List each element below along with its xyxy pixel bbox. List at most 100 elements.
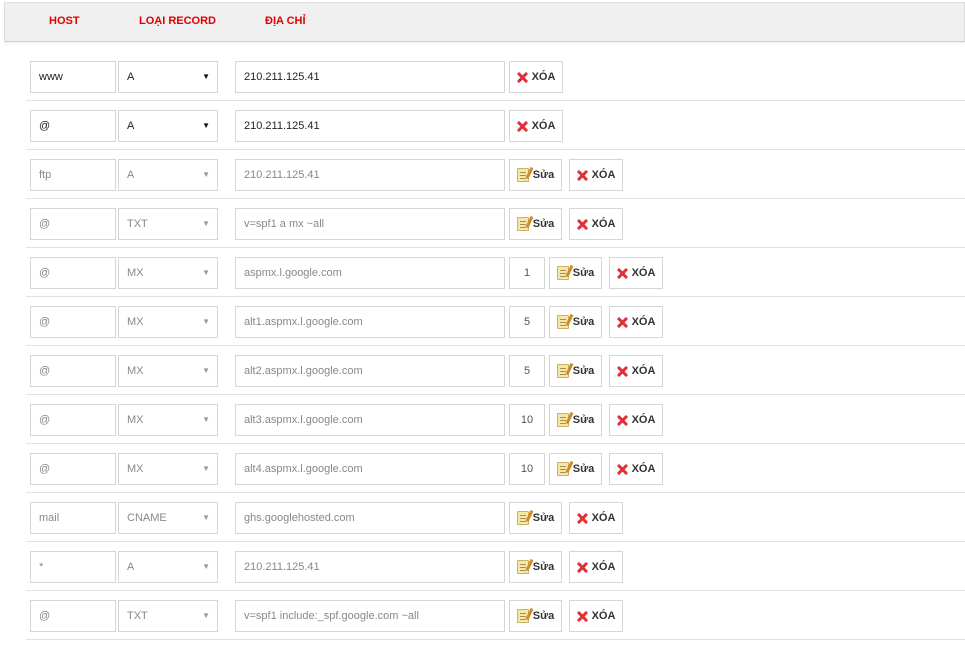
- host-input[interactable]: *: [30, 551, 116, 583]
- host-input[interactable]: @: [30, 355, 116, 387]
- dropdown-arrow-icon: ▼: [202, 464, 210, 473]
- host-input[interactable]: mail: [30, 502, 116, 534]
- delete-button[interactable]: XÓA: [509, 61, 563, 93]
- dns-record-row: mail CNAME ▼ ghs.googlehosted.com Sửa XÓA: [26, 493, 965, 542]
- dropdown-arrow-icon: ▼: [202, 513, 210, 522]
- header-host: HOST: [49, 15, 80, 27]
- host-input[interactable]: ftp: [30, 159, 116, 191]
- record-type-select[interactable]: MX ▼: [118, 404, 218, 436]
- address-input[interactable]: alt3.aspmx.l.google.com: [235, 404, 505, 436]
- host-input[interactable]: @: [30, 600, 116, 632]
- record-type-select[interactable]: A ▼: [118, 61, 218, 93]
- delete-button[interactable]: XÓA: [609, 355, 663, 387]
- delete-label: XÓA: [631, 316, 656, 328]
- delete-icon: [617, 317, 628, 328]
- address-input[interactable]: 210.211.125.41: [235, 159, 505, 191]
- host-input[interactable]: @: [30, 453, 116, 485]
- delete-icon: [617, 415, 628, 426]
- record-type-select[interactable]: MX ▼: [118, 453, 218, 485]
- record-type-select[interactable]: MX ▼: [118, 306, 218, 338]
- address-input[interactable]: 210.211.125.41: [235, 61, 505, 93]
- record-type-select[interactable]: A ▼: [118, 159, 218, 191]
- edit-icon: [556, 413, 569, 427]
- host-input[interactable]: @: [30, 110, 116, 142]
- delete-icon: [517, 121, 528, 132]
- record-type-select[interactable]: MX ▼: [118, 355, 218, 387]
- address-input[interactable]: 210.211.125.41: [235, 551, 505, 583]
- address-input[interactable]: alt2.aspmx.l.google.com: [235, 355, 505, 387]
- edit-button[interactable]: Sửa: [549, 257, 602, 289]
- dns-record-row: ftp A ▼ 210.211.125.41 Sửa XÓA: [26, 150, 965, 199]
- host-input[interactable]: www: [30, 61, 116, 93]
- delete-label: XÓA: [631, 463, 656, 475]
- edit-button[interactable]: Sửa: [549, 453, 602, 485]
- address-input[interactable]: ghs.googlehosted.com: [235, 502, 505, 534]
- edit-button[interactable]: Sửa: [549, 404, 602, 436]
- edit-button[interactable]: Sửa: [549, 355, 602, 387]
- edit-button[interactable]: Sửa: [509, 159, 562, 191]
- edit-icon: [516, 560, 529, 574]
- record-type-value: A: [127, 71, 135, 83]
- edit-button[interactable]: Sửa: [509, 502, 562, 534]
- delete-button[interactable]: XÓA: [609, 404, 663, 436]
- record-type-select[interactable]: TXT ▼: [118, 208, 218, 240]
- delete-button[interactable]: XÓA: [569, 208, 623, 240]
- host-input[interactable]: @: [30, 306, 116, 338]
- delete-button[interactable]: XÓA: [609, 257, 663, 289]
- priority-input[interactable]: 10: [509, 404, 545, 436]
- host-input[interactable]: @: [30, 404, 116, 436]
- edit-icon: [556, 266, 569, 280]
- edit-button[interactable]: Sửa: [509, 551, 562, 583]
- priority-input[interactable]: 5: [509, 306, 545, 338]
- record-type-value: A: [127, 561, 135, 573]
- delete-button[interactable]: XÓA: [609, 306, 663, 338]
- address-input[interactable]: v=spf1 include:_spf.google.com ~all: [235, 600, 505, 632]
- edit-icon: [516, 511, 529, 525]
- delete-button[interactable]: XÓA: [569, 600, 623, 632]
- dropdown-arrow-icon: ▼: [202, 317, 210, 326]
- address-input[interactable]: v=spf1 a mx ~all: [235, 208, 505, 240]
- priority-input[interactable]: 10: [509, 453, 545, 485]
- edit-button[interactable]: Sửa: [509, 600, 562, 632]
- dns-record-row: @ A ▼ 210.211.125.41 XÓA: [26, 101, 965, 150]
- header-record-type: LOẠI RECORD: [139, 15, 216, 27]
- edit-icon: [516, 168, 529, 182]
- host-input[interactable]: @: [30, 208, 116, 240]
- priority-input[interactable]: 1: [509, 257, 545, 289]
- dropdown-arrow-icon: ▼: [202, 611, 210, 620]
- edit-icon: [556, 462, 569, 476]
- delete-label: XÓA: [591, 610, 616, 622]
- address-input[interactable]: 210.211.125.41: [235, 110, 505, 142]
- edit-label: Sửa: [572, 365, 595, 377]
- edit-icon: [516, 609, 529, 623]
- address-input[interactable]: aspmx.l.google.com: [235, 257, 505, 289]
- record-type-value: MX: [127, 463, 144, 475]
- dropdown-arrow-icon: ▼: [202, 170, 210, 179]
- delete-button[interactable]: XÓA: [569, 159, 623, 191]
- record-type-select[interactable]: A ▼: [118, 110, 218, 142]
- record-type-select[interactable]: CNAME ▼: [118, 502, 218, 534]
- delete-button[interactable]: XÓA: [569, 502, 623, 534]
- delete-icon: [577, 611, 588, 622]
- delete-button[interactable]: XÓA: [569, 551, 623, 583]
- address-input[interactable]: alt1.aspmx.l.google.com: [235, 306, 505, 338]
- record-type-select[interactable]: A ▼: [118, 551, 218, 583]
- edit-label: Sửa: [532, 610, 555, 622]
- delete-button[interactable]: XÓA: [609, 453, 663, 485]
- dns-record-row: @ MX ▼ alt4.aspmx.l.google.com 10 Sửa XÓA: [26, 444, 965, 493]
- edit-icon: [556, 364, 569, 378]
- dns-record-row: @ MX ▼ alt3.aspmx.l.google.com 10 Sửa XÓA: [26, 395, 965, 444]
- delete-button[interactable]: XÓA: [509, 110, 563, 142]
- dropdown-arrow-icon: ▼: [202, 562, 210, 571]
- record-type-select[interactable]: MX ▼: [118, 257, 218, 289]
- host-input[interactable]: @: [30, 257, 116, 289]
- edit-button[interactable]: Sửa: [509, 208, 562, 240]
- record-type-value: MX: [127, 316, 144, 328]
- delete-icon: [617, 366, 628, 377]
- delete-icon: [517, 72, 528, 83]
- edit-button[interactable]: Sửa: [549, 306, 602, 338]
- priority-input[interactable]: 5: [509, 355, 545, 387]
- address-input[interactable]: alt4.aspmx.l.google.com: [235, 453, 505, 485]
- record-type-select[interactable]: TXT ▼: [118, 600, 218, 632]
- edit-label: Sửa: [572, 463, 595, 475]
